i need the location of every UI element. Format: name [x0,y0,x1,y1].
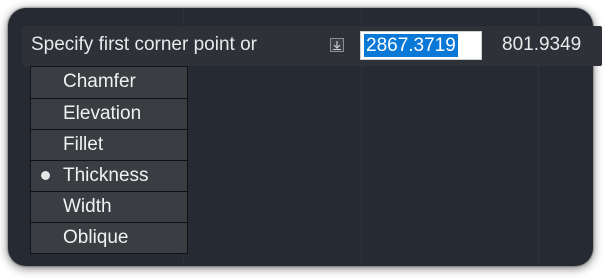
menu-item-elevation[interactable]: Elevation [31,98,187,129]
menu-item-label: Elevation [63,103,142,124]
menu-item-label: Oblique [63,227,129,248]
menu-item-label: Fillet [63,134,104,155]
menu-item-label: Chamfer [63,71,136,92]
options-menu: Chamfer Elevation Fillet Thickness Width… [30,66,188,254]
down-arrow-icon[interactable] [330,38,344,52]
x-coordinate-input[interactable]: 2867.3719 [360,31,482,60]
menu-item-thickness[interactable]: Thickness [31,160,187,191]
dynamic-input-prompt: Specify first corner point or 2867.3719 … [22,26,602,66]
x-coordinate-value: 2867.3719 [364,34,458,57]
menu-item-oblique[interactable]: Oblique [31,222,187,253]
selected-bullet-icon [41,171,50,180]
menu-item-chamfer[interactable]: Chamfer [31,67,187,98]
y-coordinate-value[interactable]: 801.9349 [502,34,581,56]
menu-item-width[interactable]: Width [31,191,187,222]
menu-item-fillet[interactable]: Fillet [31,129,187,160]
menu-item-label: Thickness [63,165,149,186]
prompt-text: Specify first corner point or [31,34,257,55]
menu-item-label: Width [63,196,112,217]
